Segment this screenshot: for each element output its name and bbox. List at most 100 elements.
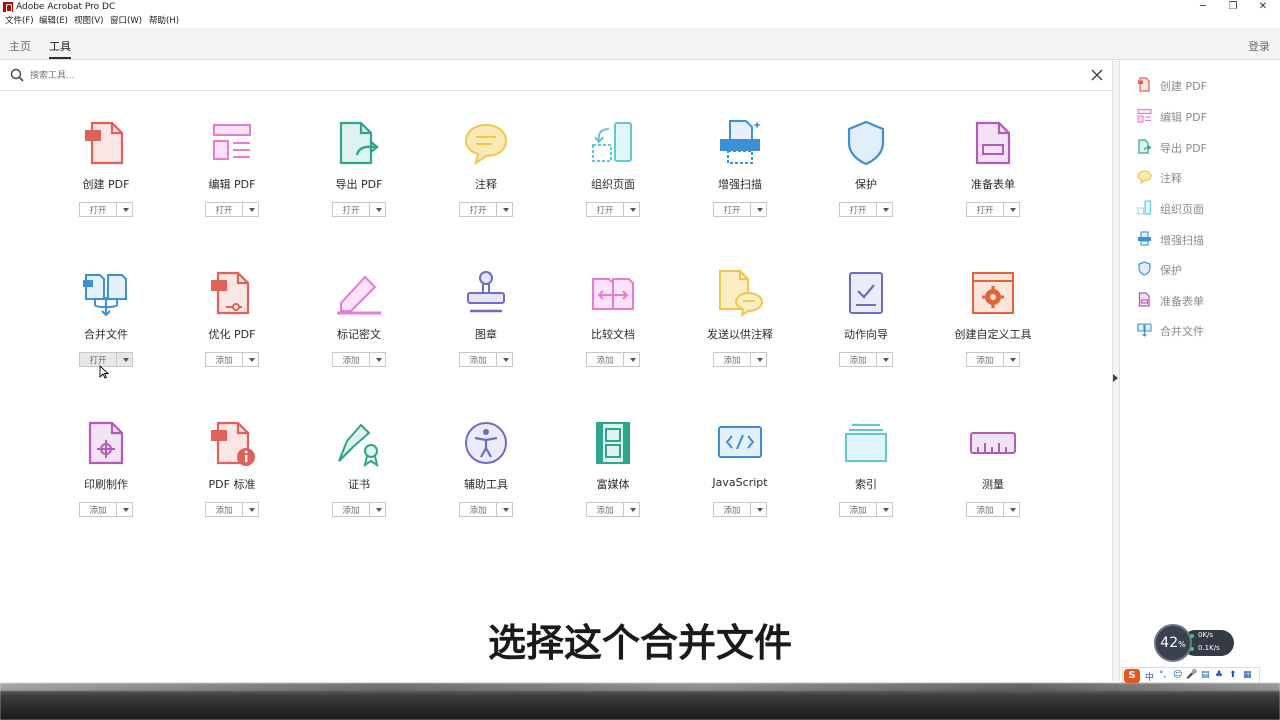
chevron-down-icon[interactable] <box>630 508 636 512</box>
tool-print-production[interactable]: 印刷制作 添加 <box>46 419 166 529</box>
menu-window[interactable]: 窗口(W) <box>110 14 142 28</box>
login-link[interactable]: 登录 <box>1248 38 1270 54</box>
chevron-down-icon[interactable] <box>376 508 382 512</box>
ime-mode-toggle[interactable]: 中 <box>1145 670 1154 683</box>
add-button[interactable]: 添加 <box>713 352 767 367</box>
tool-send-for-comments[interactable]: 发送以供注释 添加 <box>680 269 800 379</box>
chevron-down-icon[interactable] <box>630 208 636 212</box>
tool-custom-tool[interactable]: 创建自定义工具 添加 <box>933 269 1053 379</box>
add-button[interactable]: 添加 <box>586 502 640 517</box>
menu-edit[interactable]: 编辑(E) <box>39 14 68 28</box>
microphone-icon[interactable]: 🎤 <box>1186 670 1197 680</box>
add-button[interactable]: 添加 <box>586 352 640 367</box>
tool-index[interactable]: 索引 添加 <box>806 419 926 529</box>
panel-item-prepare-form[interactable]: 准备表单 <box>1137 291 1277 309</box>
network-speed-widget[interactable]: 42% 0K/s 0.1K/s <box>1154 624 1234 662</box>
chevron-down-icon[interactable] <box>630 358 636 362</box>
open-button[interactable]: 打开 <box>332 202 386 217</box>
punctuation-icon[interactable]: °, <box>1159 670 1166 680</box>
menu-help[interactable]: 帮助(H) <box>149 14 179 28</box>
chevron-down-icon[interactable] <box>249 358 255 362</box>
chevron-down-icon[interactable] <box>1010 358 1016 362</box>
panel-item-protect[interactable]: 保护 <box>1137 260 1277 278</box>
tool-create-pdf[interactable]: 创建 PDF 打开 <box>46 119 166 229</box>
panel-item-edit-pdf[interactable]: 编辑 PDF <box>1137 107 1277 125</box>
tool-rich-media[interactable]: 富媒体 添加 <box>553 419 673 529</box>
add-button[interactable]: 添加 <box>459 352 513 367</box>
tool-stamp[interactable]: 图章 添加 <box>426 269 546 379</box>
chevron-down-icon[interactable] <box>883 358 889 362</box>
chevron-down-icon[interactable] <box>883 508 889 512</box>
open-button[interactable]: 打开 <box>79 202 133 217</box>
add-button[interactable]: 添加 <box>332 502 386 517</box>
tool-prepare-form[interactable]: 准备表单 打开 <box>933 119 1053 229</box>
minimize-button[interactable]: ─ <box>1188 0 1218 14</box>
tool-measure[interactable]: 测量 添加 <box>933 419 1053 529</box>
menu-view[interactable]: 视图(V) <box>74 14 103 28</box>
chevron-down-icon[interactable] <box>1010 508 1016 512</box>
chevron-down-icon[interactable] <box>503 208 509 212</box>
sogou-logo-icon[interactable]: S <box>1124 669 1140 683</box>
add-button[interactable]: 添加 <box>332 352 386 367</box>
tool-comment[interactable]: 注释 打开 <box>426 119 546 229</box>
panel-item-combine-files[interactable]: 合并文件 <box>1137 321 1277 339</box>
add-button[interactable]: 添加 <box>966 352 1020 367</box>
clear-search-icon[interactable] <box>1090 68 1104 82</box>
toolbox-icon[interactable]: ▦ <box>1243 670 1252 680</box>
chevron-down-icon[interactable] <box>376 358 382 362</box>
add-button[interactable]: 添加 <box>205 502 259 517</box>
open-button[interactable]: 打开 <box>459 202 513 217</box>
panel-item-create-pdf[interactable]: 创建 PDF <box>1137 76 1277 94</box>
maximize-button[interactable]: ❐ <box>1218 0 1248 14</box>
chevron-down-icon[interactable] <box>883 208 889 212</box>
tool-action-wizard[interactable]: 动作向导 添加 <box>806 269 926 379</box>
chevron-down-icon[interactable] <box>376 208 382 212</box>
tool-organize-pages[interactable]: 组织页面 打开 <box>553 119 673 229</box>
add-button[interactable]: 添加 <box>205 352 259 367</box>
tool-accessibility[interactable]: 辅助工具 添加 <box>426 419 546 529</box>
add-button[interactable]: 添加 <box>839 352 893 367</box>
add-button[interactable]: 添加 <box>79 502 133 517</box>
tool-combine-files[interactable]: 合并文件 打开 <box>46 269 166 379</box>
panel-item-organize-pages[interactable]: 组织页面 <box>1137 199 1277 217</box>
add-button[interactable]: 添加 <box>966 502 1020 517</box>
panel-item-comment[interactable]: 注释 <box>1137 168 1277 186</box>
tool-enhance-scan[interactable]: 增强扫描 打开 <box>680 119 800 229</box>
chevron-down-icon[interactable] <box>757 358 763 362</box>
add-button[interactable]: 添加 <box>459 502 513 517</box>
open-button[interactable]: 打开 <box>839 202 893 217</box>
emoji-icon[interactable]: ☺ <box>1173 670 1182 680</box>
tool-certificates[interactable]: 证书 添加 <box>299 419 419 529</box>
panel-splitter[interactable] <box>1112 61 1120 681</box>
open-button[interactable]: 打开 <box>966 202 1020 217</box>
chevron-down-icon[interactable] <box>503 358 509 362</box>
tool-javascript[interactable]: JavaScript 添加 <box>680 419 800 529</box>
collapse-panel-icon[interactable] <box>1113 374 1118 382</box>
chevron-down-icon[interactable] <box>249 208 255 212</box>
tool-protect[interactable]: 保护 打开 <box>806 119 926 229</box>
open-button[interactable]: 打开 <box>713 202 767 217</box>
tab-tools[interactable]: 工具 <box>49 38 71 54</box>
chevron-down-icon[interactable] <box>123 358 129 362</box>
open-button[interactable]: 打开 <box>205 202 259 217</box>
tool-pdf-standards[interactable]: PDF 标准 添加 <box>172 419 292 529</box>
open-button[interactable]: 打开 <box>586 202 640 217</box>
chevron-down-icon[interactable] <box>757 208 763 212</box>
add-button[interactable]: 添加 <box>839 502 893 517</box>
tool-export-pdf[interactable]: 导出 PDF 打开 <box>299 119 419 229</box>
skin-icon[interactable]: ♣ <box>1215 670 1223 680</box>
tool-edit-pdf[interactable]: 编辑 PDF 打开 <box>172 119 292 229</box>
tool-compare-files[interactable]: 比较文档 添加 <box>553 269 673 379</box>
panel-item-enhance-scan[interactable]: 增强扫描 <box>1137 230 1277 248</box>
add-button[interactable]: 添加 <box>713 502 767 517</box>
chevron-down-icon[interactable] <box>249 508 255 512</box>
chevron-down-icon[interactable] <box>123 508 129 512</box>
tool-redact[interactable]: 标记密文 添加 <box>299 269 419 379</box>
keyboard-icon[interactable]: ▤ <box>1201 670 1210 680</box>
close-window-button[interactable]: ✕ <box>1248 0 1278 14</box>
menu-file[interactable]: 文件(F) <box>5 14 34 28</box>
tool-optimize-pdf[interactable]: 优化 PDF 添加 <box>172 269 292 379</box>
panel-item-export-pdf[interactable]: 导出 PDF <box>1137 138 1277 156</box>
chevron-down-icon[interactable] <box>757 508 763 512</box>
chevron-down-icon[interactable] <box>503 508 509 512</box>
